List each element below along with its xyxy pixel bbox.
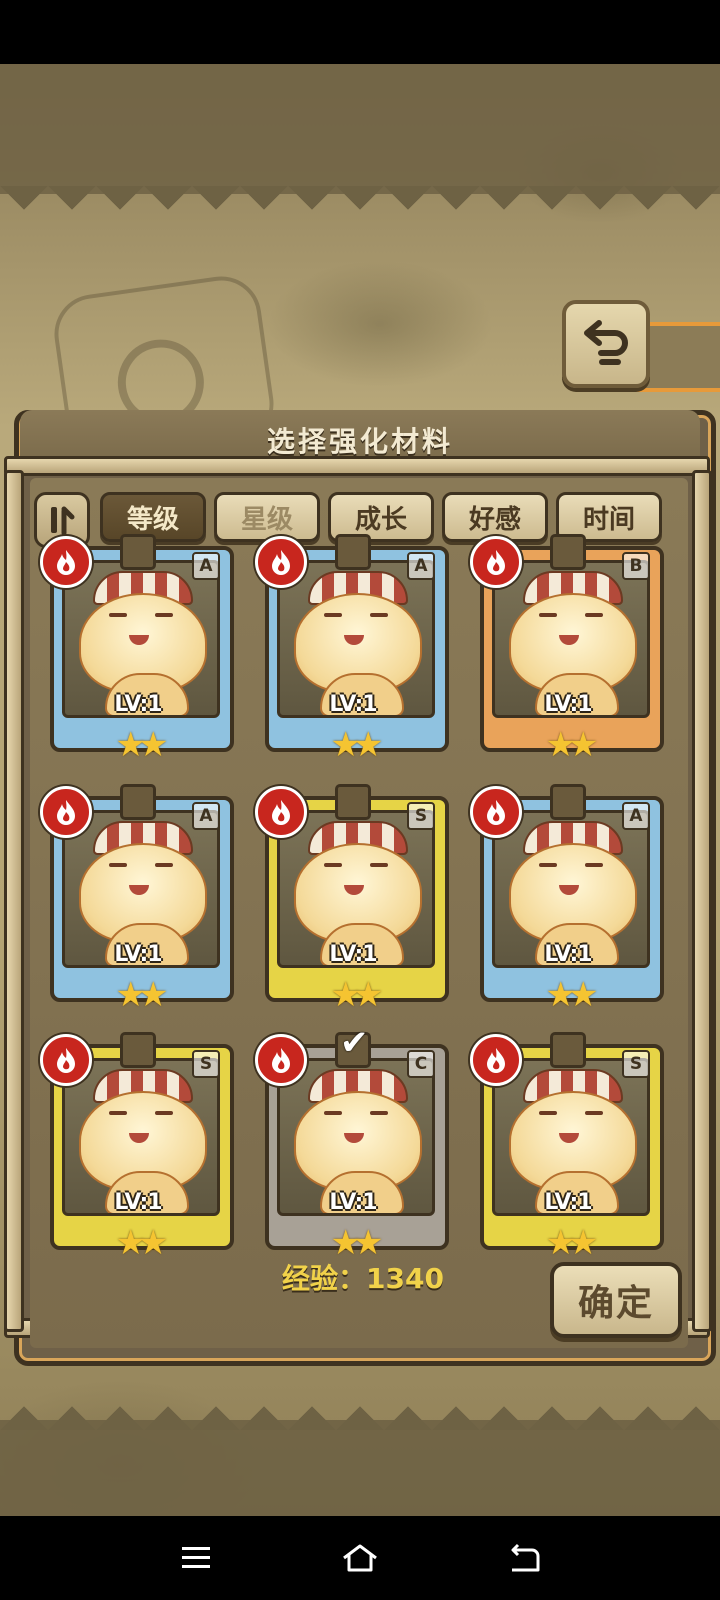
select-checkbox[interactable] <box>120 534 156 570</box>
status-bar <box>0 0 720 64</box>
sort-order-icon <box>51 506 75 536</box>
star-rating: ★★ <box>115 725 169 765</box>
star-rating: ★★ <box>545 975 599 1015</box>
hero-card[interactable]: LV:1 S ★★ <box>255 784 449 1015</box>
fire-element-icon <box>470 536 522 588</box>
rank-badge: C <box>407 1050 435 1078</box>
panel-rail-right <box>692 470 712 1332</box>
fire-element-icon <box>40 786 92 838</box>
panel-rail-top <box>4 456 710 476</box>
select-checkbox[interactable] <box>120 1032 156 1068</box>
panel-rail-left <box>4 470 24 1332</box>
rank-badge: S <box>407 802 435 830</box>
top-map-strip <box>0 64 720 194</box>
confirm-button[interactable]: 确定 <box>550 1262 682 1338</box>
fire-element-icon <box>255 786 307 838</box>
panel-title: 选择强化材料 <box>266 425 453 458</box>
rank-badge: A <box>407 552 435 580</box>
star-rating: ★★ <box>115 975 169 1015</box>
check-mark-icon: ✔ <box>340 1023 369 1063</box>
fire-element-icon <box>40 1034 92 1086</box>
rank-badge: A <box>622 802 650 830</box>
select-checkbox[interactable] <box>335 534 371 570</box>
menu-icon <box>182 1547 210 1568</box>
star-rating: ★★ <box>330 725 384 765</box>
select-checkbox[interactable] <box>550 534 586 570</box>
home-icon <box>343 1544 377 1572</box>
zigzag-border-bottom <box>0 1382 720 1430</box>
back-button[interactable] <box>562 300 650 388</box>
hero-card[interactable]: LV:1 A ★★ <box>40 784 234 1015</box>
select-checkbox[interactable] <box>550 1032 586 1068</box>
nav-home-button[interactable] <box>332 1530 388 1586</box>
fire-element-icon <box>470 1034 522 1086</box>
zigzag-border-top <box>0 186 720 234</box>
select-checkbox[interactable]: ✔ <box>335 1023 371 1068</box>
card-level: LV:1 <box>114 942 162 967</box>
rank-badge: S <box>622 1050 650 1078</box>
card-level: LV:1 <box>329 692 377 717</box>
tab-affinity[interactable]: 好感 <box>442 492 548 542</box>
hero-card[interactable]: LV:1 S ★★ <box>470 1032 664 1263</box>
rank-badge: B <box>622 552 650 580</box>
card-level: LV:1 <box>544 1190 592 1215</box>
hero-card[interactable]: LV:1 A ★★ <box>40 534 234 765</box>
rank-badge: A <box>192 802 220 830</box>
hero-card[interactable]: LV:1 A ★★ <box>470 784 664 1015</box>
card-level: LV:1 <box>544 942 592 967</box>
fire-element-icon <box>255 536 307 588</box>
hero-card[interactable]: LV:1 C ✔ ★★ <box>255 1023 449 1263</box>
fire-element-icon <box>255 1034 307 1086</box>
back-icon <box>511 1543 540 1572</box>
tab-star[interactable]: 星级 <box>214 492 320 542</box>
star-rating: ★★ <box>330 1223 384 1263</box>
rank-badge: A <box>192 552 220 580</box>
card-level: LV:1 <box>329 942 377 967</box>
select-checkbox[interactable] <box>120 784 156 820</box>
star-rating: ★★ <box>545 725 599 765</box>
card-level: LV:1 <box>544 692 592 717</box>
star-rating: ★★ <box>545 1223 599 1263</box>
rank-badge: S <box>192 1050 220 1078</box>
card-level: LV:1 <box>329 1190 377 1215</box>
fire-element-icon <box>40 536 92 588</box>
return-arrow-icon <box>584 320 628 365</box>
exp-total-label: 经验：1340 <box>282 1262 444 1295</box>
hero-card[interactable]: LV:1 A ★★ <box>255 534 449 765</box>
card-level: LV:1 <box>114 692 162 717</box>
star-rating: ★★ <box>330 975 384 1015</box>
nav-menu-button[interactable] <box>168 1530 224 1586</box>
select-checkbox[interactable] <box>335 784 371 820</box>
bottom-map-strip <box>0 1420 720 1516</box>
hero-card[interactable]: LV:1 S ★★ <box>40 1032 234 1263</box>
nav-back-button[interactable] <box>496 1530 552 1586</box>
card-level: LV:1 <box>114 1190 162 1215</box>
select-checkbox[interactable] <box>550 784 586 820</box>
star-rating: ★★ <box>115 1223 169 1263</box>
hero-card[interactable]: LV:1 B ★★ <box>470 534 664 765</box>
fire-element-icon <box>470 786 522 838</box>
